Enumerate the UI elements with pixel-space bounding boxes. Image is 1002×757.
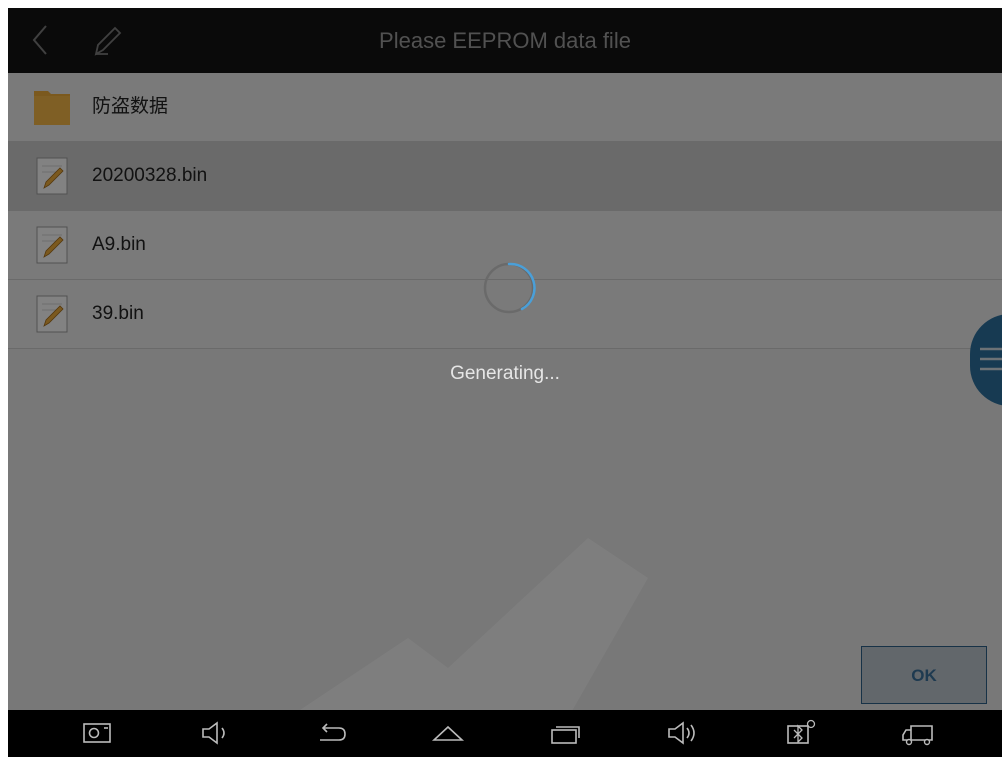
screenshot-icon[interactable]: [81, 718, 115, 748]
system-navigation-bar: [8, 710, 1002, 757]
loading-message: Generating...: [450, 363, 560, 384]
volume-down-icon[interactable]: [199, 718, 233, 748]
app-screen: Please EEPROM data file 防盗数据 20200328.bi…: [8, 8, 1002, 757]
loading-overlay: Generating...: [8, 8, 1002, 757]
home-icon[interactable]: [431, 718, 465, 748]
volume-up-icon[interactable]: [666, 718, 700, 748]
back-arrow-icon[interactable]: [314, 718, 348, 748]
vci-truck-icon[interactable]: [901, 718, 935, 748]
logo-watermark-icon: [288, 538, 648, 718]
loading-spinner-icon: [483, 262, 536, 314]
bluetooth-settings-icon[interactable]: [783, 718, 817, 748]
recent-apps-icon[interactable]: [548, 718, 582, 748]
